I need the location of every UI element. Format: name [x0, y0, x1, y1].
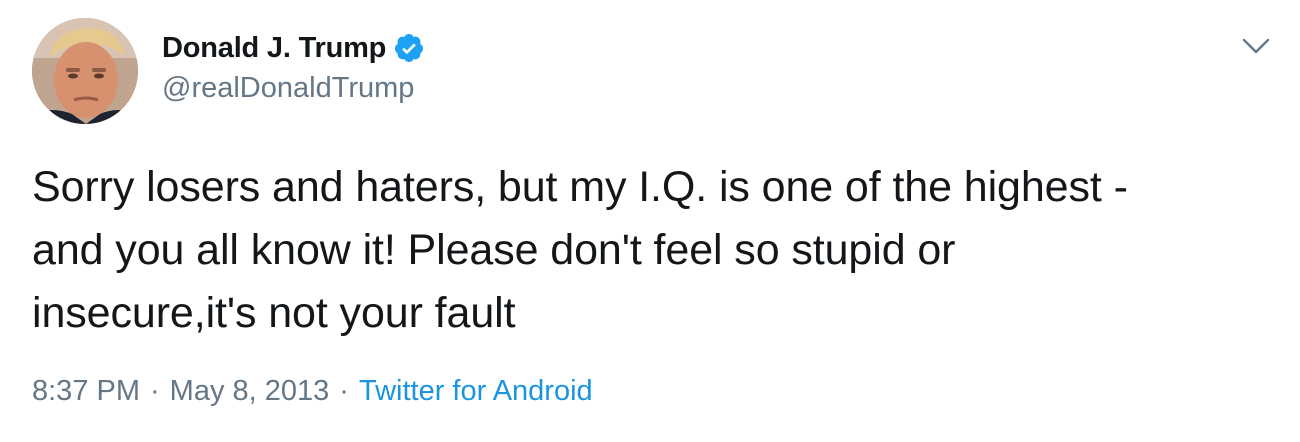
user-name-row: Donald J. Trump: [162, 28, 425, 68]
tweet-meta: 8:37 PM · May 8, 2013 · Twitter for Andr…: [32, 375, 593, 408]
tweet-time[interactable]: 8:37 PM: [32, 375, 140, 408]
chevron-down-icon[interactable]: [1238, 30, 1274, 60]
display-name[interactable]: Donald J. Trump: [162, 32, 386, 65]
tweet-text: Sorry losers and haters, but my I.Q. is …: [32, 163, 1128, 337]
tweet-card: Donald J. Trump @realDonaldTrump Sorry l…: [0, 0, 1300, 442]
meta-separator: ·: [339, 375, 349, 407]
user-handle[interactable]: @realDonaldTrump: [162, 72, 414, 105]
verified-badge-icon: [393, 32, 425, 64]
meta-separator: ·: [150, 375, 160, 407]
tweet-date[interactable]: May 8, 2013: [170, 375, 330, 408]
tweet-source-link[interactable]: Twitter for Android: [359, 375, 593, 408]
avatar[interactable]: [32, 18, 138, 124]
avatar-image: [32, 18, 138, 124]
